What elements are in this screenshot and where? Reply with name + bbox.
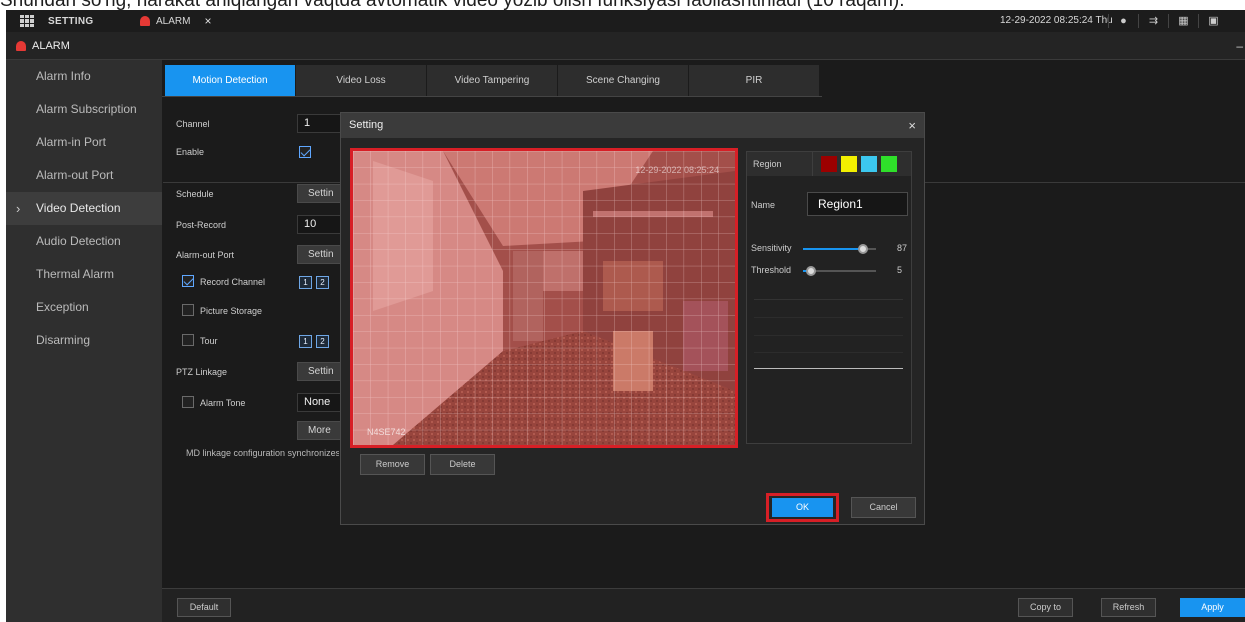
bottom-bar: Default Copy to Refresh Apply (162, 588, 1245, 622)
region-color-red[interactable] (821, 156, 837, 172)
top-bar: SETTING ALARM × 12-29-2022 08:25:24 Thu … (6, 10, 1245, 32)
enable-label: Enable (176, 147, 205, 157)
sensitivity-label: Sensitivity (751, 243, 792, 253)
threshold-knob[interactable] (806, 266, 816, 276)
default-button[interactable]: Default (177, 598, 231, 617)
sensitivity-slider[interactable] (803, 244, 876, 254)
screen-icon[interactable]: ▣ (1198, 14, 1228, 28)
app-window: SETTING ALARM × 12-29-2022 08:25:24 Thu … (6, 10, 1245, 622)
graph-gridline (754, 317, 903, 318)
region-settings-panel: Region Name Region1 Sensitivity 87 Thres… (746, 151, 912, 444)
region-name-label: Name (751, 200, 776, 210)
video-timestamp-watermark: 12-29-2022 08:25:24 (635, 165, 719, 175)
close-icon[interactable]: × (204, 14, 211, 28)
alarm-bell-icon (16, 41, 26, 51)
alarm-out-port-label: Alarm-out Port (176, 250, 235, 260)
setting-dialog: Setting × 12-29-2022 08:25:24 N4SE742 Re… (340, 112, 925, 525)
delete-button[interactable]: Delete (430, 454, 495, 475)
picture-storage-label: Picture Storage (200, 306, 263, 316)
chevron-right-icon: › (16, 201, 21, 216)
tour-channel-2[interactable]: 2 (316, 335, 329, 348)
region-header: Region (747, 152, 911, 176)
tab-alarm-label: ALARM (156, 15, 191, 27)
record-channel-checkbox[interactable] (182, 275, 194, 287)
graph-gridline (754, 335, 903, 336)
dialog-title: Setting (349, 119, 384, 131)
sensitivity-value: 87 (897, 243, 908, 253)
threshold-label: Threshold (751, 265, 792, 275)
page-title-bar: ALARM – (6, 32, 1245, 60)
post-record-label: Post-Record (176, 220, 227, 230)
qr-code-icon[interactable]: ▦ (1168, 14, 1198, 28)
apply-button[interactable]: Apply (1180, 598, 1245, 617)
md-linkage-note: MD linkage configuration synchronizes (186, 448, 339, 458)
sidebar-item-label: Video Detection (36, 201, 121, 215)
tab-setting-label: SETTING (48, 15, 94, 27)
sidebar-item-alarm-out-port[interactable]: Alarm-out Port (6, 159, 162, 192)
tour-channel-1[interactable]: 1 (299, 335, 312, 348)
channel-label: Channel (176, 119, 210, 129)
camera-name-watermark: N4SE742 (367, 427, 406, 437)
ok-highlight: OK (766, 493, 839, 522)
tab-alarm[interactable]: ALARM × (140, 10, 211, 32)
graph-gridline (754, 352, 903, 353)
alarm-tone-checkbox[interactable] (182, 396, 194, 408)
minimize-icon[interactable]: – (1236, 32, 1243, 60)
tab-scene-changing[interactable]: Scene Changing (558, 65, 688, 96)
sensitivity-fill (803, 248, 863, 250)
record-channel-label: Record Channel (200, 277, 266, 287)
detection-graph (754, 299, 903, 369)
tab-pir[interactable]: PIR (689, 65, 819, 96)
threshold-slider[interactable] (803, 266, 876, 276)
record-channel-1[interactable]: 1 (299, 276, 312, 289)
dialog-header: Setting × (341, 113, 924, 138)
close-icon[interactable]: × (908, 113, 916, 138)
record-channel-2[interactable]: 2 (316, 276, 329, 289)
copy-to-button[interactable]: Copy to (1018, 598, 1073, 617)
grid-icon (20, 15, 34, 27)
region-name-input[interactable]: Region1 (807, 192, 908, 216)
tab-video-tampering[interactable]: Video Tampering (427, 65, 557, 96)
tab-video-loss[interactable]: Video Loss (296, 65, 426, 96)
sidebar: Alarm Info Alarm Subscription Alarm-in P… (6, 60, 162, 622)
region-label: Region (747, 152, 813, 176)
tab-setting[interactable]: SETTING (20, 10, 93, 32)
region-color-yellow[interactable] (841, 156, 857, 172)
cancel-button[interactable]: Cancel (851, 497, 916, 518)
region-color-green[interactable] (881, 156, 897, 172)
refresh-button[interactable]: Refresh (1101, 598, 1156, 617)
sidebar-item-video-detection[interactable]: › Video Detection (6, 192, 162, 225)
sidebar-item-alarm-subscription[interactable]: Alarm Subscription (6, 93, 162, 126)
datetime-display: 12-29-2022 08:25:24 Thu (1000, 15, 1113, 26)
tab-divider (162, 96, 822, 97)
threshold-value: 5 (897, 265, 903, 275)
remove-button[interactable]: Remove (360, 454, 425, 475)
alarm-tone-label: Alarm Tone (200, 398, 246, 408)
schedule-label: Schedule (176, 189, 214, 199)
sidebar-item-disarming[interactable]: Disarming (6, 324, 162, 357)
tour-checkbox[interactable] (182, 334, 194, 346)
tour-label: Tour (200, 336, 218, 346)
graph-baseline (754, 368, 903, 369)
sidebar-item-audio-detection[interactable]: Audio Detection (6, 225, 162, 258)
sidebar-item-exception[interactable]: Exception (6, 291, 162, 324)
enable-checkbox[interactable] (299, 146, 311, 158)
tab-motion-detection[interactable]: Motion Detection (165, 65, 295, 96)
sidebar-item-thermal-alarm[interactable]: Thermal Alarm (6, 258, 162, 291)
top-icon-group: ● ⇉ ▦ ▣ (1108, 10, 1228, 32)
sensitivity-knob[interactable] (858, 244, 868, 254)
motion-detection-video-area[interactable]: 12-29-2022 08:25:24 N4SE742 (350, 148, 738, 448)
picture-storage-checkbox[interactable] (182, 304, 194, 316)
sidebar-item-alarm-in-port[interactable]: Alarm-in Port (6, 126, 162, 159)
user-icon[interactable]: ● (1108, 14, 1138, 28)
ptz-linkage-label: PTZ Linkage (176, 367, 228, 377)
camera-view-image (353, 151, 735, 445)
alarm-bell-icon (140, 16, 150, 26)
region-color-cyan[interactable] (861, 156, 877, 172)
logout-icon[interactable]: ⇉ (1138, 14, 1168, 28)
page-title: ALARM (32, 40, 70, 52)
sidebar-item-alarm-info[interactable]: Alarm Info (6, 60, 162, 93)
ok-button[interactable]: OK (772, 498, 833, 517)
